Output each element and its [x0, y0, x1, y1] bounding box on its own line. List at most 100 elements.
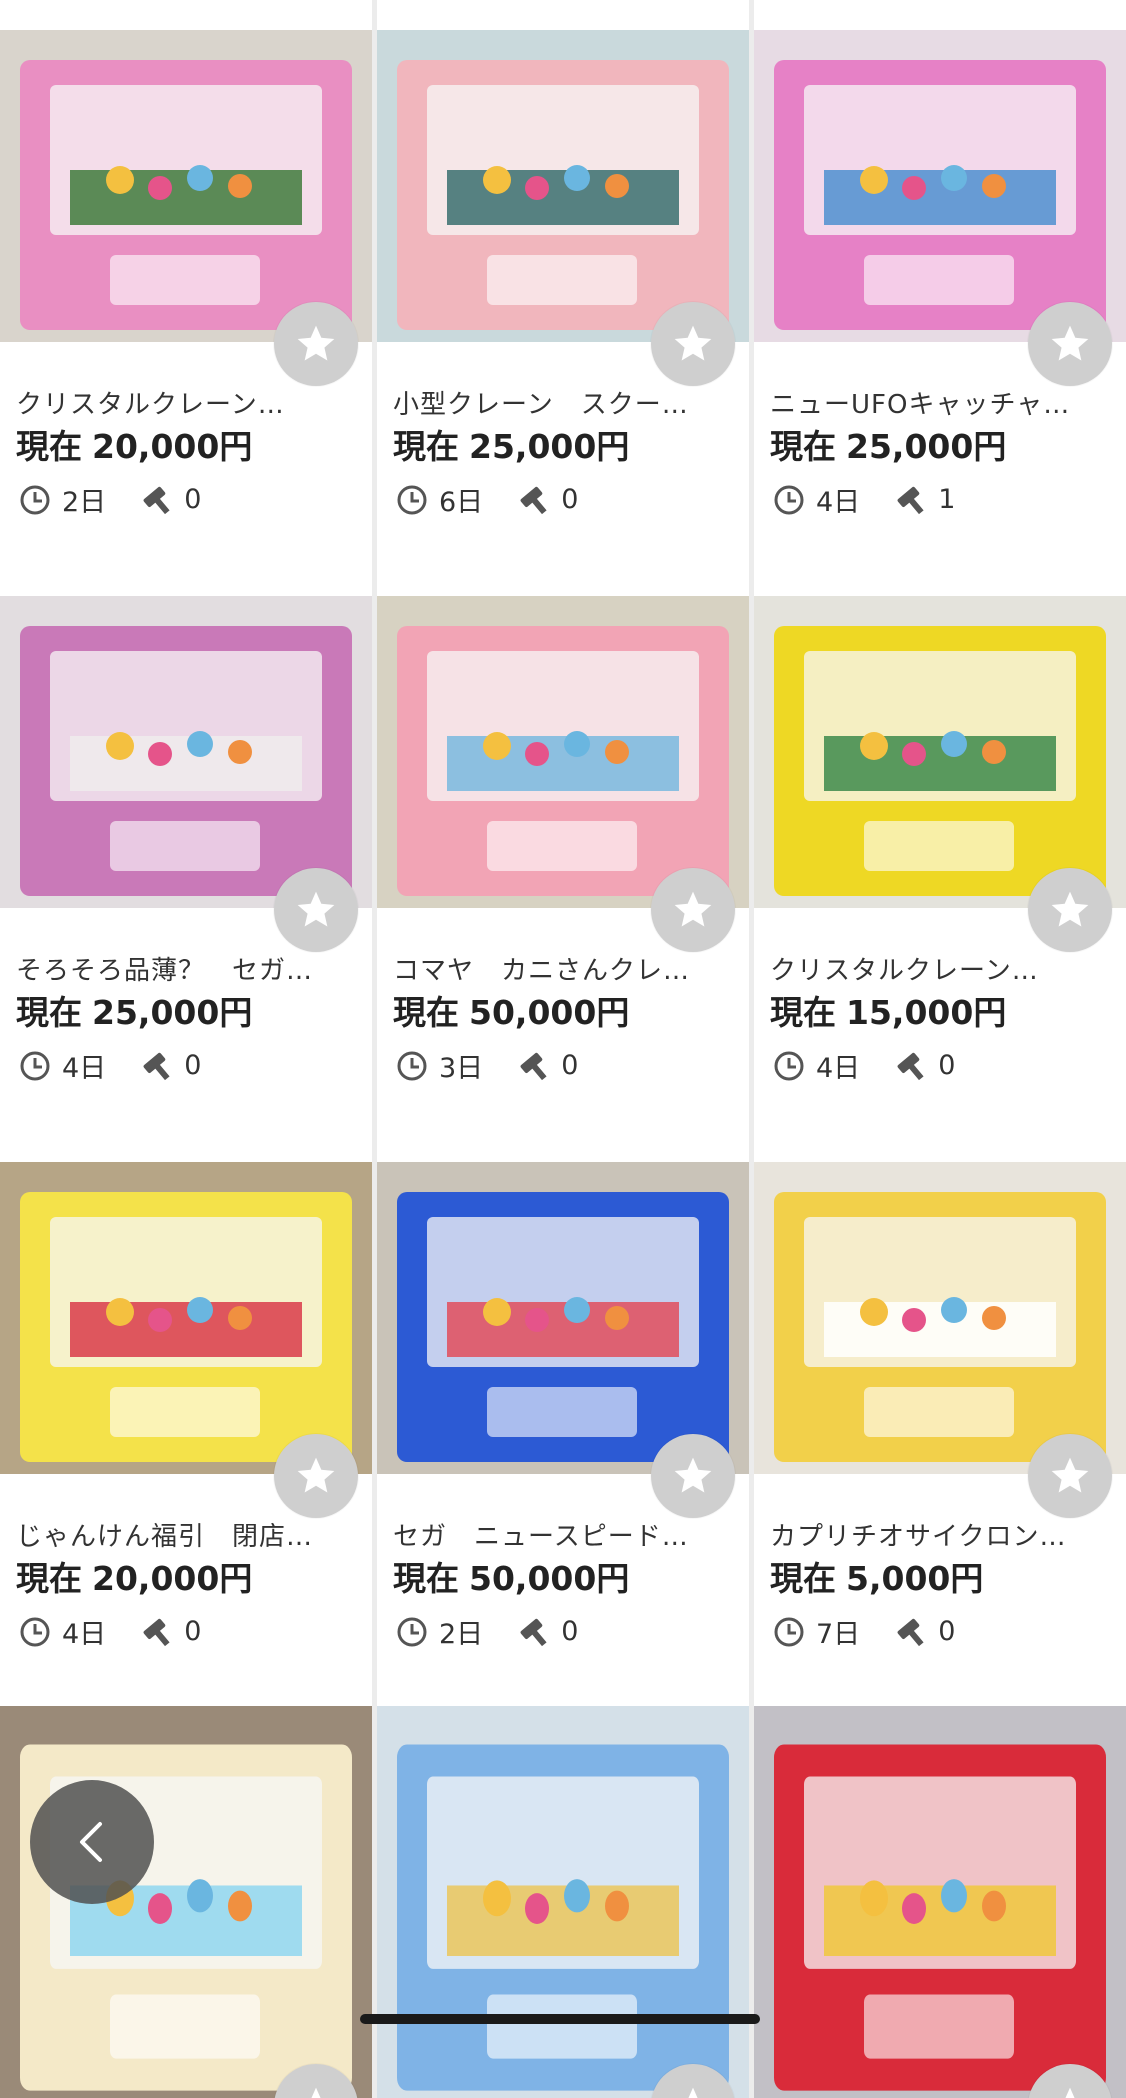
auction-item-card[interactable] — [754, 1698, 1126, 2098]
star-icon — [674, 325, 712, 361]
item-price: 現在 50,000円 — [393, 1552, 629, 1600]
watchlist-star-button[interactable] — [651, 1434, 735, 1518]
item-image[interactable] — [377, 596, 749, 908]
auction-item-card[interactable]: カプリチオサイクロン… 現在 5,000円 7日 0 — [754, 1132, 1126, 1698]
gavel-icon — [140, 1049, 174, 1083]
gavel-icon — [894, 1049, 928, 1083]
time-remaining: 4日 — [62, 1053, 107, 1084]
item-title[interactable]: コマヤ カニさんクレ… — [393, 950, 693, 987]
bid-count: 0 — [561, 1050, 579, 1081]
watchlist-star-button[interactable] — [651, 302, 735, 386]
item-meta: 4日 0 — [18, 1046, 201, 1085]
auction-item-card[interactable]: コマヤ カニさんクレ… 現在 50,000円 3日 0 — [377, 566, 749, 1132]
item-price: 現在 15,000円 — [770, 986, 1006, 1034]
item-image[interactable] — [377, 1706, 749, 2098]
gavel-icon — [894, 1615, 928, 1649]
price-value: 20,000円 — [92, 1559, 253, 1598]
star-icon — [674, 1457, 712, 1493]
price-value: 25,000円 — [469, 427, 630, 466]
item-image[interactable] — [0, 1706, 372, 2098]
item-meta: 4日 0 — [772, 1046, 955, 1085]
item-image[interactable] — [0, 30, 372, 342]
star-icon — [1051, 1457, 1089, 1493]
watchlist-star-button[interactable] — [1028, 302, 1112, 386]
back-button[interactable] — [30, 1780, 154, 1904]
price-prefix: 現在 — [770, 427, 836, 466]
item-meta: 7日 0 — [772, 1612, 955, 1651]
price-value: 50,000円 — [469, 993, 630, 1032]
price-prefix: 現在 — [393, 1559, 459, 1598]
item-image[interactable] — [754, 1706, 1126, 2098]
time-remaining: 2日 — [62, 487, 107, 518]
item-title[interactable]: じゃんけん福引 閉店… — [16, 1516, 316, 1553]
item-meta: 6日 0 — [395, 480, 578, 519]
item-title[interactable]: ニューUFOキャッチャ… — [770, 384, 1070, 421]
star-icon — [1051, 891, 1089, 927]
clock-icon — [772, 483, 806, 517]
bid-count: 0 — [561, 1616, 579, 1647]
item-image[interactable] — [377, 1162, 749, 1474]
item-title[interactable]: クリスタルクレーン… — [770, 950, 1070, 987]
time-remaining: 4日 — [62, 1619, 107, 1650]
clock-icon — [772, 1049, 806, 1083]
star-icon — [297, 1457, 335, 1493]
watchlist-star-button[interactable] — [274, 302, 358, 386]
auction-item-card[interactable]: そろそろ品薄？ セガ… 現在 25,000円 4日 0 — [0, 566, 372, 1132]
item-meta: 4日 0 — [18, 1612, 201, 1651]
star-icon — [1065, 2087, 1075, 2098]
watchlist-star-button[interactable] — [1028, 1434, 1112, 1518]
price-prefix: 現在 — [770, 1559, 836, 1598]
item-image[interactable] — [0, 1162, 372, 1474]
item-title[interactable]: セガ ニュースピード… — [393, 1516, 693, 1553]
bid-count: 0 — [938, 1050, 956, 1081]
bid-count: 0 — [561, 484, 579, 515]
item-image[interactable] — [0, 596, 372, 908]
gavel-icon — [140, 1615, 174, 1649]
watchlist-star-button[interactable] — [651, 868, 735, 952]
chevron-left-icon — [80, 1822, 102, 1862]
item-grid: クリスタルクレーン… 現在 20,000円 2日 0 小型クレーン スクー… 現在 25,0… — [0, 0, 1126, 2098]
item-price: 現在 25,000円 — [393, 420, 629, 468]
item-price: 現在 25,000円 — [16, 986, 252, 1034]
auction-item-card[interactable] — [0, 1698, 372, 2098]
star-icon — [688, 2087, 698, 2098]
item-title[interactable]: クリスタルクレーン… — [16, 384, 316, 421]
bid-count: 0 — [938, 1616, 956, 1647]
item-image[interactable] — [754, 596, 1126, 908]
item-title[interactable]: そろそろ品薄？ セガ… — [16, 950, 316, 987]
item-meta: 2日 0 — [395, 1612, 578, 1651]
watchlist-star-button[interactable] — [274, 1434, 358, 1518]
auction-item-card[interactable]: 小型クレーン スクー… 現在 25,000円 6日 0 — [377, 0, 749, 566]
item-title[interactable]: カプリチオサイクロン… — [770, 1516, 1070, 1553]
time-remaining: 6日 — [439, 487, 484, 518]
watchlist-star-button[interactable] — [1028, 868, 1112, 952]
item-meta: 2日 0 — [18, 480, 201, 519]
item-image[interactable] — [754, 1162, 1126, 1474]
item-image[interactable] — [754, 30, 1126, 342]
item-title[interactable]: 小型クレーン スクー… — [393, 384, 693, 421]
price-value: 25,000円 — [92, 993, 253, 1032]
star-icon — [297, 891, 335, 927]
auction-item-card[interactable]: クリスタルクレーン… 現在 20,000円 2日 0 — [0, 0, 372, 566]
time-remaining: 4日 — [816, 1053, 861, 1084]
clock-icon — [18, 483, 52, 517]
auction-item-card[interactable]: ニューUFOキャッチャ… 現在 25,000円 4日 1 — [754, 0, 1126, 566]
gavel-icon — [517, 1049, 551, 1083]
clock-icon — [18, 1049, 52, 1083]
auction-item-card[interactable]: セガ ニュースピード… 現在 50,000円 2日 0 — [377, 1132, 749, 1698]
item-price: 現在 50,000円 — [393, 986, 629, 1034]
item-image[interactable] — [377, 30, 749, 342]
time-remaining: 3日 — [439, 1053, 484, 1084]
star-icon — [1051, 325, 1089, 361]
item-price: 現在 20,000円 — [16, 1552, 252, 1600]
watchlist-star-button[interactable] — [274, 868, 358, 952]
price-value: 25,000円 — [846, 427, 1007, 466]
price-prefix: 現在 — [393, 993, 459, 1032]
auction-item-card[interactable] — [377, 1698, 749, 2098]
auction-item-card[interactable]: クリスタルクレーン… 現在 15,000円 4日 0 — [754, 566, 1126, 1132]
price-prefix: 現在 — [16, 993, 82, 1032]
time-remaining: 4日 — [816, 487, 861, 518]
price-value: 5,000円 — [846, 1559, 984, 1598]
auction-item-card[interactable]: じゃんけん福引 閉店… 現在 20,000円 4日 0 — [0, 1132, 372, 1698]
home-indicator — [360, 2014, 760, 2024]
